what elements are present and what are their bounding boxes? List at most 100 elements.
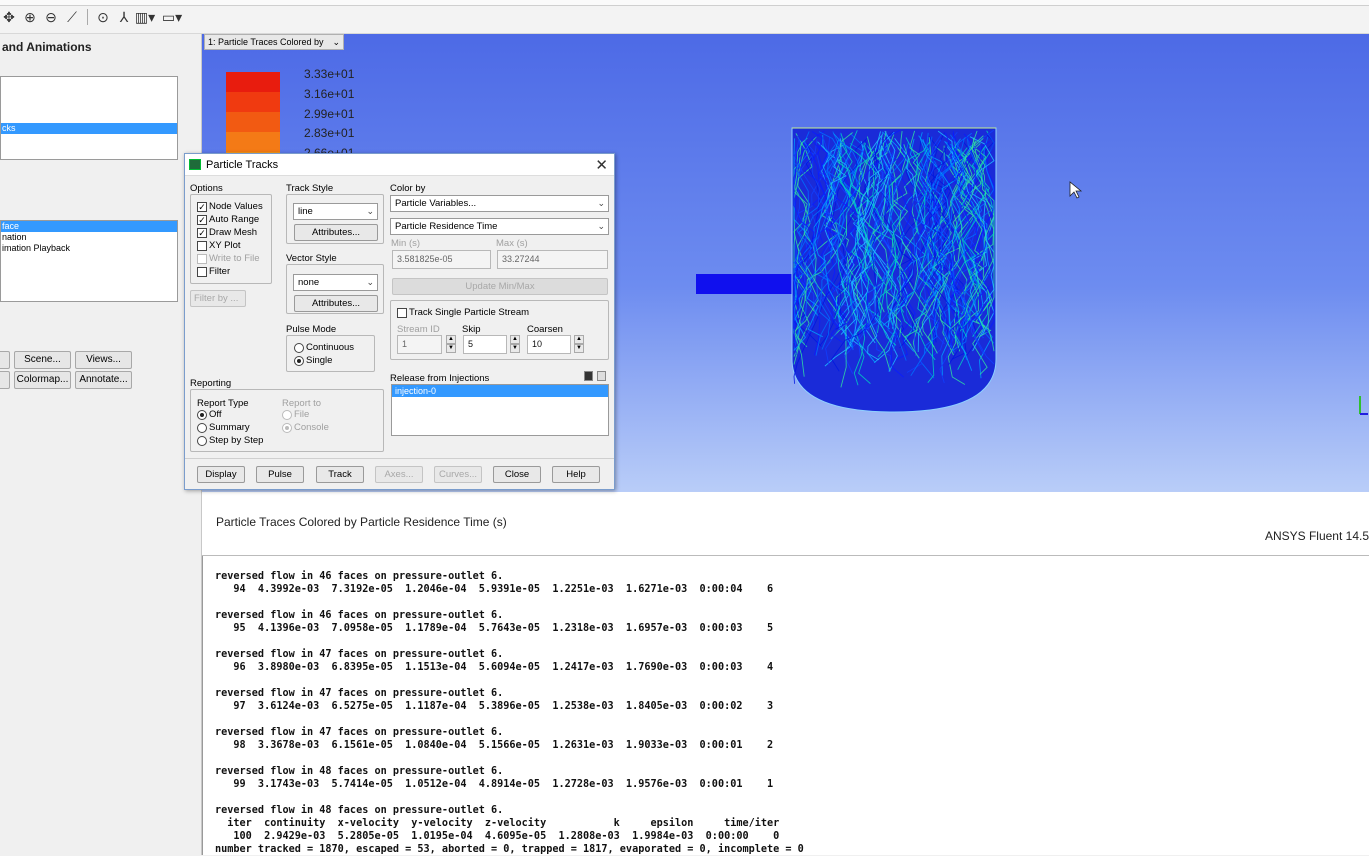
curves-button[interactable]: Curves... [434, 466, 482, 483]
zoom-in-icon[interactable]: ⊕ [21, 8, 39, 26]
graphics-caption: Particle Traces Colored by Particle Resi… [216, 515, 507, 529]
graphics-list[interactable]: cks [0, 76, 178, 160]
radio-label: File [294, 409, 310, 420]
report-to-label: Report to [282, 398, 322, 409]
checkbox-box: ✓ [197, 214, 207, 225]
skip-field[interactable]: 5 [463, 335, 507, 354]
checkbox-box [197, 253, 207, 264]
track-style-select[interactable]: line ⌄ [293, 203, 378, 220]
dialog-titlebar[interactable]: Particle Tracks ✕ [185, 154, 614, 176]
max-field[interactable]: 33.27244 [497, 250, 608, 269]
list-item-particle-tracks[interactable]: cks [1, 123, 177, 134]
views-button[interactable]: Views... [75, 351, 132, 369]
spin-down-icon[interactable]: ▼ [446, 344, 456, 353]
spin-up-icon[interactable]: ▲ [574, 335, 584, 344]
auto-range-checkbox[interactable]: ✓ Auto Range [197, 214, 259, 225]
color-by-variable-select[interactable]: Particle Residence Time ⌄ [390, 218, 609, 235]
console-window[interactable]: reversed flow in 46 faces on pressure-ou… [202, 556, 1369, 855]
checkbox-box: ✓ [197, 227, 207, 238]
graphics-toolbar: ✥ ⊕ ⊖ ⟋ ⊙ ⅄ ▥▾ ▭▾ [0, 0, 1369, 34]
stream-id-label: Stream ID [397, 324, 440, 335]
max-label: Max (s) [496, 238, 528, 249]
update-minmax-button[interactable]: Update Min/Max [392, 278, 608, 295]
chevron-down-icon: ⌄ [597, 221, 605, 231]
track-button[interactable]: Track [316, 466, 364, 483]
pulse-continuous-radio[interactable]: Continuous [294, 342, 354, 353]
annotate-button[interactable]: Annotate... [75, 371, 132, 389]
axes-icon[interactable]: ⅄ [115, 8, 133, 26]
checkbox-label: Write to File [209, 253, 260, 264]
color-by-variable-value: Particle Residence Time [395, 221, 498, 232]
radio-dot [197, 409, 207, 420]
skip-spinner[interactable]: ▲ ▼ [510, 335, 520, 354]
list-item-scene-animation[interactable]: nation [1, 232, 177, 243]
deselect-all-icon[interactable] [597, 371, 606, 381]
left-clip-button-1[interactable] [0, 351, 10, 369]
display-button[interactable]: Display [197, 466, 245, 483]
report-off-radio[interactable]: Off [197, 409, 222, 420]
radio-label: Summary [209, 422, 250, 433]
checkbox-label: Node Values [209, 201, 263, 212]
console-output: reversed flow in 46 faces on pressure-ou… [215, 571, 804, 855]
list-item-animation-playback[interactable]: imation Playback [1, 243, 177, 254]
radio-dot [294, 355, 304, 366]
views-icon[interactable]: ▥▾ [135, 8, 155, 26]
report-step-radio[interactable]: Step by Step [197, 435, 263, 446]
coarsen-spinner[interactable]: ▲ ▼ [574, 335, 584, 354]
zoom-out-icon[interactable]: ⊖ [42, 8, 60, 26]
spin-down-icon[interactable]: ▼ [510, 344, 520, 353]
filter-checkbox[interactable]: Filter [197, 266, 230, 277]
close-icon[interactable]: ✕ [595, 156, 608, 174]
track-style-value: line [298, 206, 313, 217]
release-from-injections-label: Release from Injections [390, 373, 490, 384]
animations-list[interactable]: face nation imation Playback [0, 220, 178, 302]
report-summary-radio[interactable]: Summary [197, 422, 250, 433]
stream-id-field[interactable]: 1 [397, 335, 442, 354]
spin-up-icon[interactable]: ▲ [510, 335, 520, 344]
radio-dot [282, 422, 292, 433]
dialog-divider [185, 458, 614, 459]
injections-list[interactable]: injection-0 [391, 384, 609, 436]
pulse-single-radio[interactable]: Single [294, 355, 332, 366]
stream-id-spinner[interactable]: ▲ ▼ [446, 335, 456, 354]
draw-mesh-checkbox[interactable]: ✓ Draw Mesh [197, 227, 257, 238]
color-by-category-value: Particle Variables... [395, 198, 477, 209]
help-button[interactable]: Help [552, 466, 600, 483]
close-button[interactable]: Close [493, 466, 541, 483]
vector-attributes-button[interactable]: Attributes... [294, 295, 378, 312]
spin-down-icon[interactable]: ▼ [574, 344, 584, 353]
checkbox-box: ✓ [197, 201, 207, 212]
pan-icon[interactable]: ✥ [0, 8, 18, 26]
xy-plot-checkbox[interactable]: XY Plot [197, 240, 241, 251]
axes-button[interactable]: Axes... [375, 466, 423, 483]
left-clip-button-2[interactable] [0, 371, 10, 389]
list-item-sweep-surface[interactable]: face [1, 221, 177, 232]
track-style-label: Track Style [286, 183, 334, 194]
track-attributes-button[interactable]: Attributes... [294, 224, 378, 241]
vector-style-select[interactable]: none ⌄ [293, 274, 378, 291]
coarsen-field[interactable]: 10 [527, 335, 571, 354]
checkbox-label: Auto Range [209, 214, 260, 225]
zoom-fit-icon[interactable]: ⊙ [94, 8, 112, 26]
pulse-mode-label: Pulse Mode [286, 324, 337, 335]
min-field[interactable]: 3.581825e-05 [392, 250, 491, 269]
track-single-stream-checkbox[interactable]: Track Single Particle Stream [397, 307, 529, 318]
reporting-label: Reporting [190, 378, 232, 389]
probe-icon[interactable]: ⟋ [63, 8, 81, 26]
colormap-button[interactable]: Colormap... [14, 371, 71, 389]
color-by-category-select[interactable]: Particle Variables... ⌄ [390, 195, 609, 212]
scene-button[interactable]: Scene... [14, 351, 71, 369]
report-file-radio[interactable]: File [282, 409, 309, 420]
pulse-button[interactable]: Pulse [256, 466, 304, 483]
toolbar-separator [87, 9, 88, 25]
window-icon[interactable]: ▭▾ [162, 8, 182, 26]
radio-label: Off [209, 409, 222, 420]
report-console-radio[interactable]: Console [282, 422, 329, 433]
spin-up-icon[interactable]: ▲ [446, 335, 456, 344]
write-to-file-checkbox[interactable]: Write to File [197, 253, 260, 264]
select-all-icon[interactable] [584, 371, 593, 381]
injection-item[interactable]: injection-0 [392, 385, 608, 397]
node-values-checkbox[interactable]: ✓ Node Values [197, 201, 263, 212]
filter-by-button[interactable]: Filter by ... [190, 290, 246, 307]
skip-label: Skip [462, 324, 481, 335]
